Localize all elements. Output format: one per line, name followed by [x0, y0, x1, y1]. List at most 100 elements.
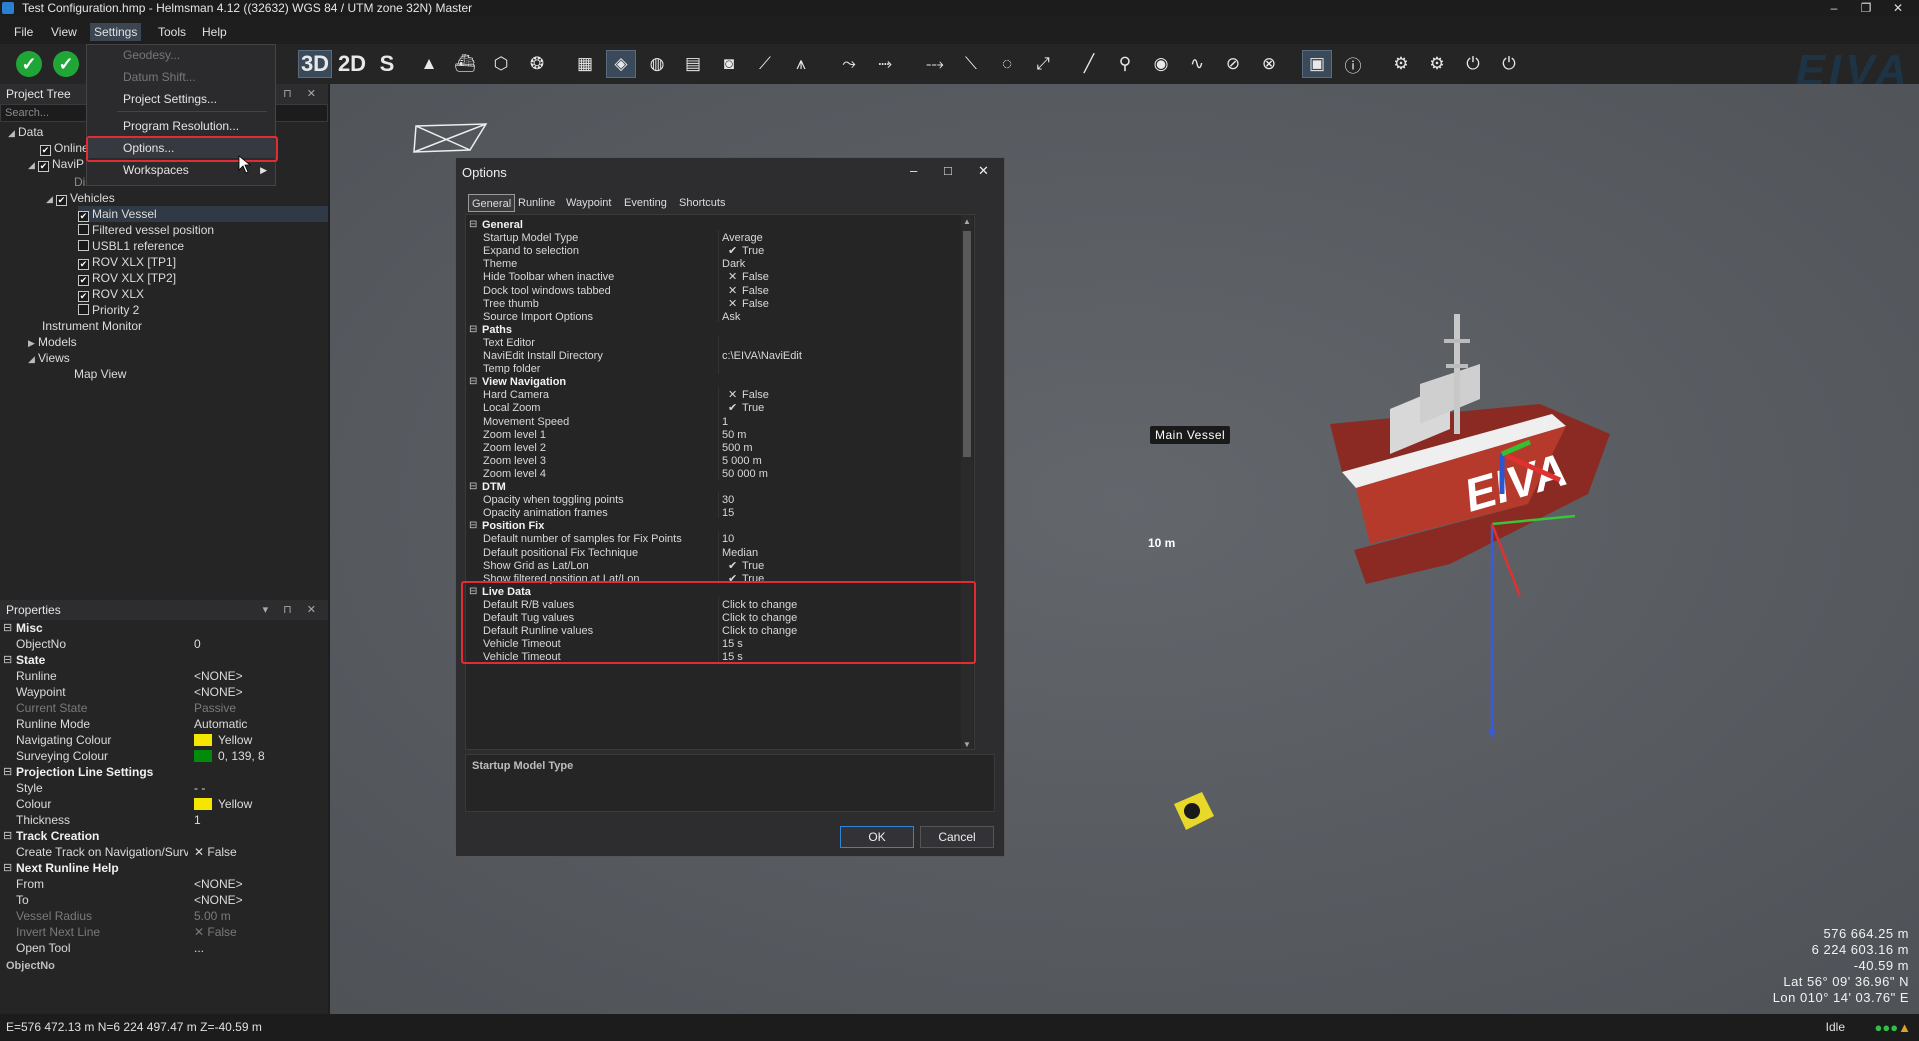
mode-s-button[interactable]: S — [372, 50, 402, 78]
ruler-icon[interactable]: ⟋ — [750, 50, 780, 78]
dialog-maximize-button[interactable]: □ — [944, 163, 952, 178]
gear-2-icon[interactable]: ⚙ — [1422, 50, 1452, 78]
property-value[interactable]: <NONE> — [194, 876, 243, 892]
panel-icon[interactable]: ▣ — [1302, 50, 1332, 78]
fullscreen-icon[interactable]: ⤢ — [1028, 50, 1058, 78]
close-button[interactable]: ✕ — [1886, 0, 1910, 16]
tree-node-rov-xlx[interactable]: ✔ ROV XLX — [78, 286, 144, 302]
menu-settings[interactable]: Settings — [90, 23, 142, 41]
collapse-icon[interactable]: ◢ — [28, 157, 38, 173]
tab-general[interactable]: General — [468, 194, 516, 212]
tab-runline[interactable]: Runline — [515, 194, 558, 212]
tree-node-views[interactable]: ◢ Views — [28, 350, 70, 366]
checkbox-icon[interactable]: ✔ — [56, 195, 67, 206]
minimize-button[interactable]: – — [1822, 0, 1846, 16]
property-value[interactable]: ✕ False — [194, 924, 237, 940]
book-icon[interactable]: ▤ — [678, 50, 708, 78]
menu-item-program-resolution[interactable]: Program Resolution... — [87, 116, 277, 136]
grid-icon[interactable]: ▦ — [570, 50, 600, 78]
collapse-icon[interactable]: ◢ — [46, 191, 56, 207]
tree-node-usbl1[interactable]: USBL1 reference — [78, 238, 184, 254]
line-tool-3-icon[interactable]: ⟍ — [956, 50, 986, 78]
menu-item-geodesy[interactable]: Geodesy... — [87, 45, 277, 65]
tree-node-rov-tp1[interactable]: ✔ ROV XLX [TP1] — [78, 254, 176, 270]
measure-icon[interactable]: ⤳ — [834, 50, 864, 78]
checkbox-icon[interactable]: ✔ — [78, 291, 89, 302]
map-icon[interactable]: ◈ — [606, 50, 636, 78]
property-value[interactable]: Yellow — [194, 796, 252, 812]
cancel-button[interactable]: Cancel — [920, 826, 994, 848]
property-value[interactable]: Yellow — [194, 732, 252, 748]
checkbox-icon[interactable] — [78, 224, 89, 235]
collapse-icon[interactable]: ⊟ — [3, 652, 12, 668]
collapse-icon[interactable]: ⊟ — [3, 828, 12, 844]
menu-item-project-settings[interactable]: Project Settings... — [87, 89, 277, 109]
cube-icon[interactable]: ⬡ — [486, 50, 516, 78]
power-2-icon[interactable]: ⏻ — [1494, 50, 1524, 78]
collapse-icon[interactable]: ◢ — [28, 351, 38, 367]
tree-node-data[interactable]: ◢ Data — [8, 124, 43, 140]
menu-tools[interactable]: Tools — [154, 23, 190, 41]
property-value[interactable]: ... — [194, 940, 204, 956]
property-value[interactable]: 1 — [194, 812, 201, 828]
tree-node-map-view[interactable]: Map View — [74, 366, 126, 382]
layers-icon[interactable]: ❂ — [522, 50, 552, 78]
tree-node-main-vessel[interactable]: ✔ Main Vessel — [78, 206, 328, 222]
panel-buttons[interactable]: ▾ ⊓ ✕ — [263, 600, 322, 620]
checkbox-icon[interactable] — [78, 240, 89, 251]
checkbox-icon[interactable]: ✔ — [38, 161, 49, 172]
line-tool-icon[interactable]: ⤑ — [870, 50, 900, 78]
property-value[interactable]: 5.00 m — [194, 908, 231, 924]
tab-eventing[interactable]: Eventing — [621, 194, 670, 212]
line-tool-2-icon[interactable]: ⤏ — [920, 50, 950, 78]
tree-node-online[interactable]: ✔ Online — [40, 140, 89, 156]
camera-icon[interactable]: ◙ — [714, 50, 744, 78]
property-value[interactable]: - - — [194, 780, 205, 796]
gear-icon[interactable]: ⚙ — [1386, 50, 1416, 78]
tree-node-navip[interactable]: ◢ ✔ NaviP — [28, 156, 84, 172]
route-icon[interactable]: ∿ — [1182, 50, 1212, 78]
tab-shortcuts[interactable]: Shortcuts — [676, 194, 728, 212]
tree-node-filtered-vessel[interactable]: Filtered vessel position — [78, 222, 214, 238]
menu-item-datum-shift[interactable]: Datum Shift... — [87, 67, 277, 87]
online-check-button[interactable]: ✓ — [14, 50, 44, 78]
pin-icon[interactable]: ⚲ — [1110, 50, 1140, 78]
dialog-minimize-button[interactable]: – — [910, 163, 917, 178]
vessel-icon[interactable]: ⛴ — [450, 50, 480, 78]
collapse-icon[interactable]: ◢ — [8, 125, 18, 141]
circle-tool-icon[interactable]: ◌ — [992, 50, 1022, 78]
property-value[interactable]: Automatic — [194, 716, 247, 732]
property-value[interactable]: ✕ False — [194, 844, 237, 860]
menu-view[interactable]: View — [47, 23, 81, 41]
property-value[interactable]: <NONE> — [194, 684, 243, 700]
expand-icon[interactable]: ▶ — [28, 335, 38, 351]
draw-line-icon[interactable]: ╱ — [1074, 50, 1104, 78]
restore-button[interactable]: ❐ — [1854, 0, 1878, 16]
tree-node-priority-2[interactable]: Priority 2 — [78, 302, 139, 318]
tab-waypoint[interactable]: Waypoint — [563, 194, 614, 212]
compass-icon[interactable]: ⩚ — [786, 50, 816, 78]
power-icon[interactable]: ⏻ — [1458, 50, 1488, 78]
tree-node-models[interactable]: ▶ Models — [28, 334, 77, 350]
mode-3d-button[interactable]: 3D — [298, 50, 332, 78]
property-value[interactable]: <NONE> — [194, 892, 243, 908]
mode-2d-button[interactable]: 2D — [335, 50, 369, 78]
tree-node-rov-tp2[interactable]: ✔ ROV XLX [TP2] — [78, 270, 176, 286]
checkbox-icon[interactable]: ✔ — [78, 211, 89, 222]
menu-help[interactable]: Help — [198, 23, 231, 41]
checkbox-icon[interactable]: ✔ — [78, 275, 89, 286]
collapse-icon[interactable]: ⊟ — [3, 764, 12, 780]
checkbox-icon[interactable]: ✔ — [40, 145, 51, 156]
collapse-icon[interactable]: ⊟ — [3, 860, 12, 876]
ok-button[interactable]: OK — [840, 826, 914, 848]
tree-node-instrument-monitor[interactable]: Instrument Monitor — [42, 318, 142, 334]
record-check-button[interactable]: ✓ — [51, 50, 81, 78]
collapse-icon[interactable]: ⊟ — [3, 620, 12, 636]
property-value[interactable]: 0, 139, 8 — [194, 748, 265, 764]
property-value[interactable]: Passive — [194, 700, 236, 716]
info-icon[interactable]: ⓘ — [1338, 50, 1368, 78]
north-arrow-icon[interactable]: ▲ — [414, 50, 444, 78]
menu-file[interactable]: File — [10, 23, 37, 41]
no-entry-icon[interactable]: ⊗ — [1254, 50, 1284, 78]
options-scrollbar[interactable]: ▲ ▼ — [961, 215, 973, 749]
